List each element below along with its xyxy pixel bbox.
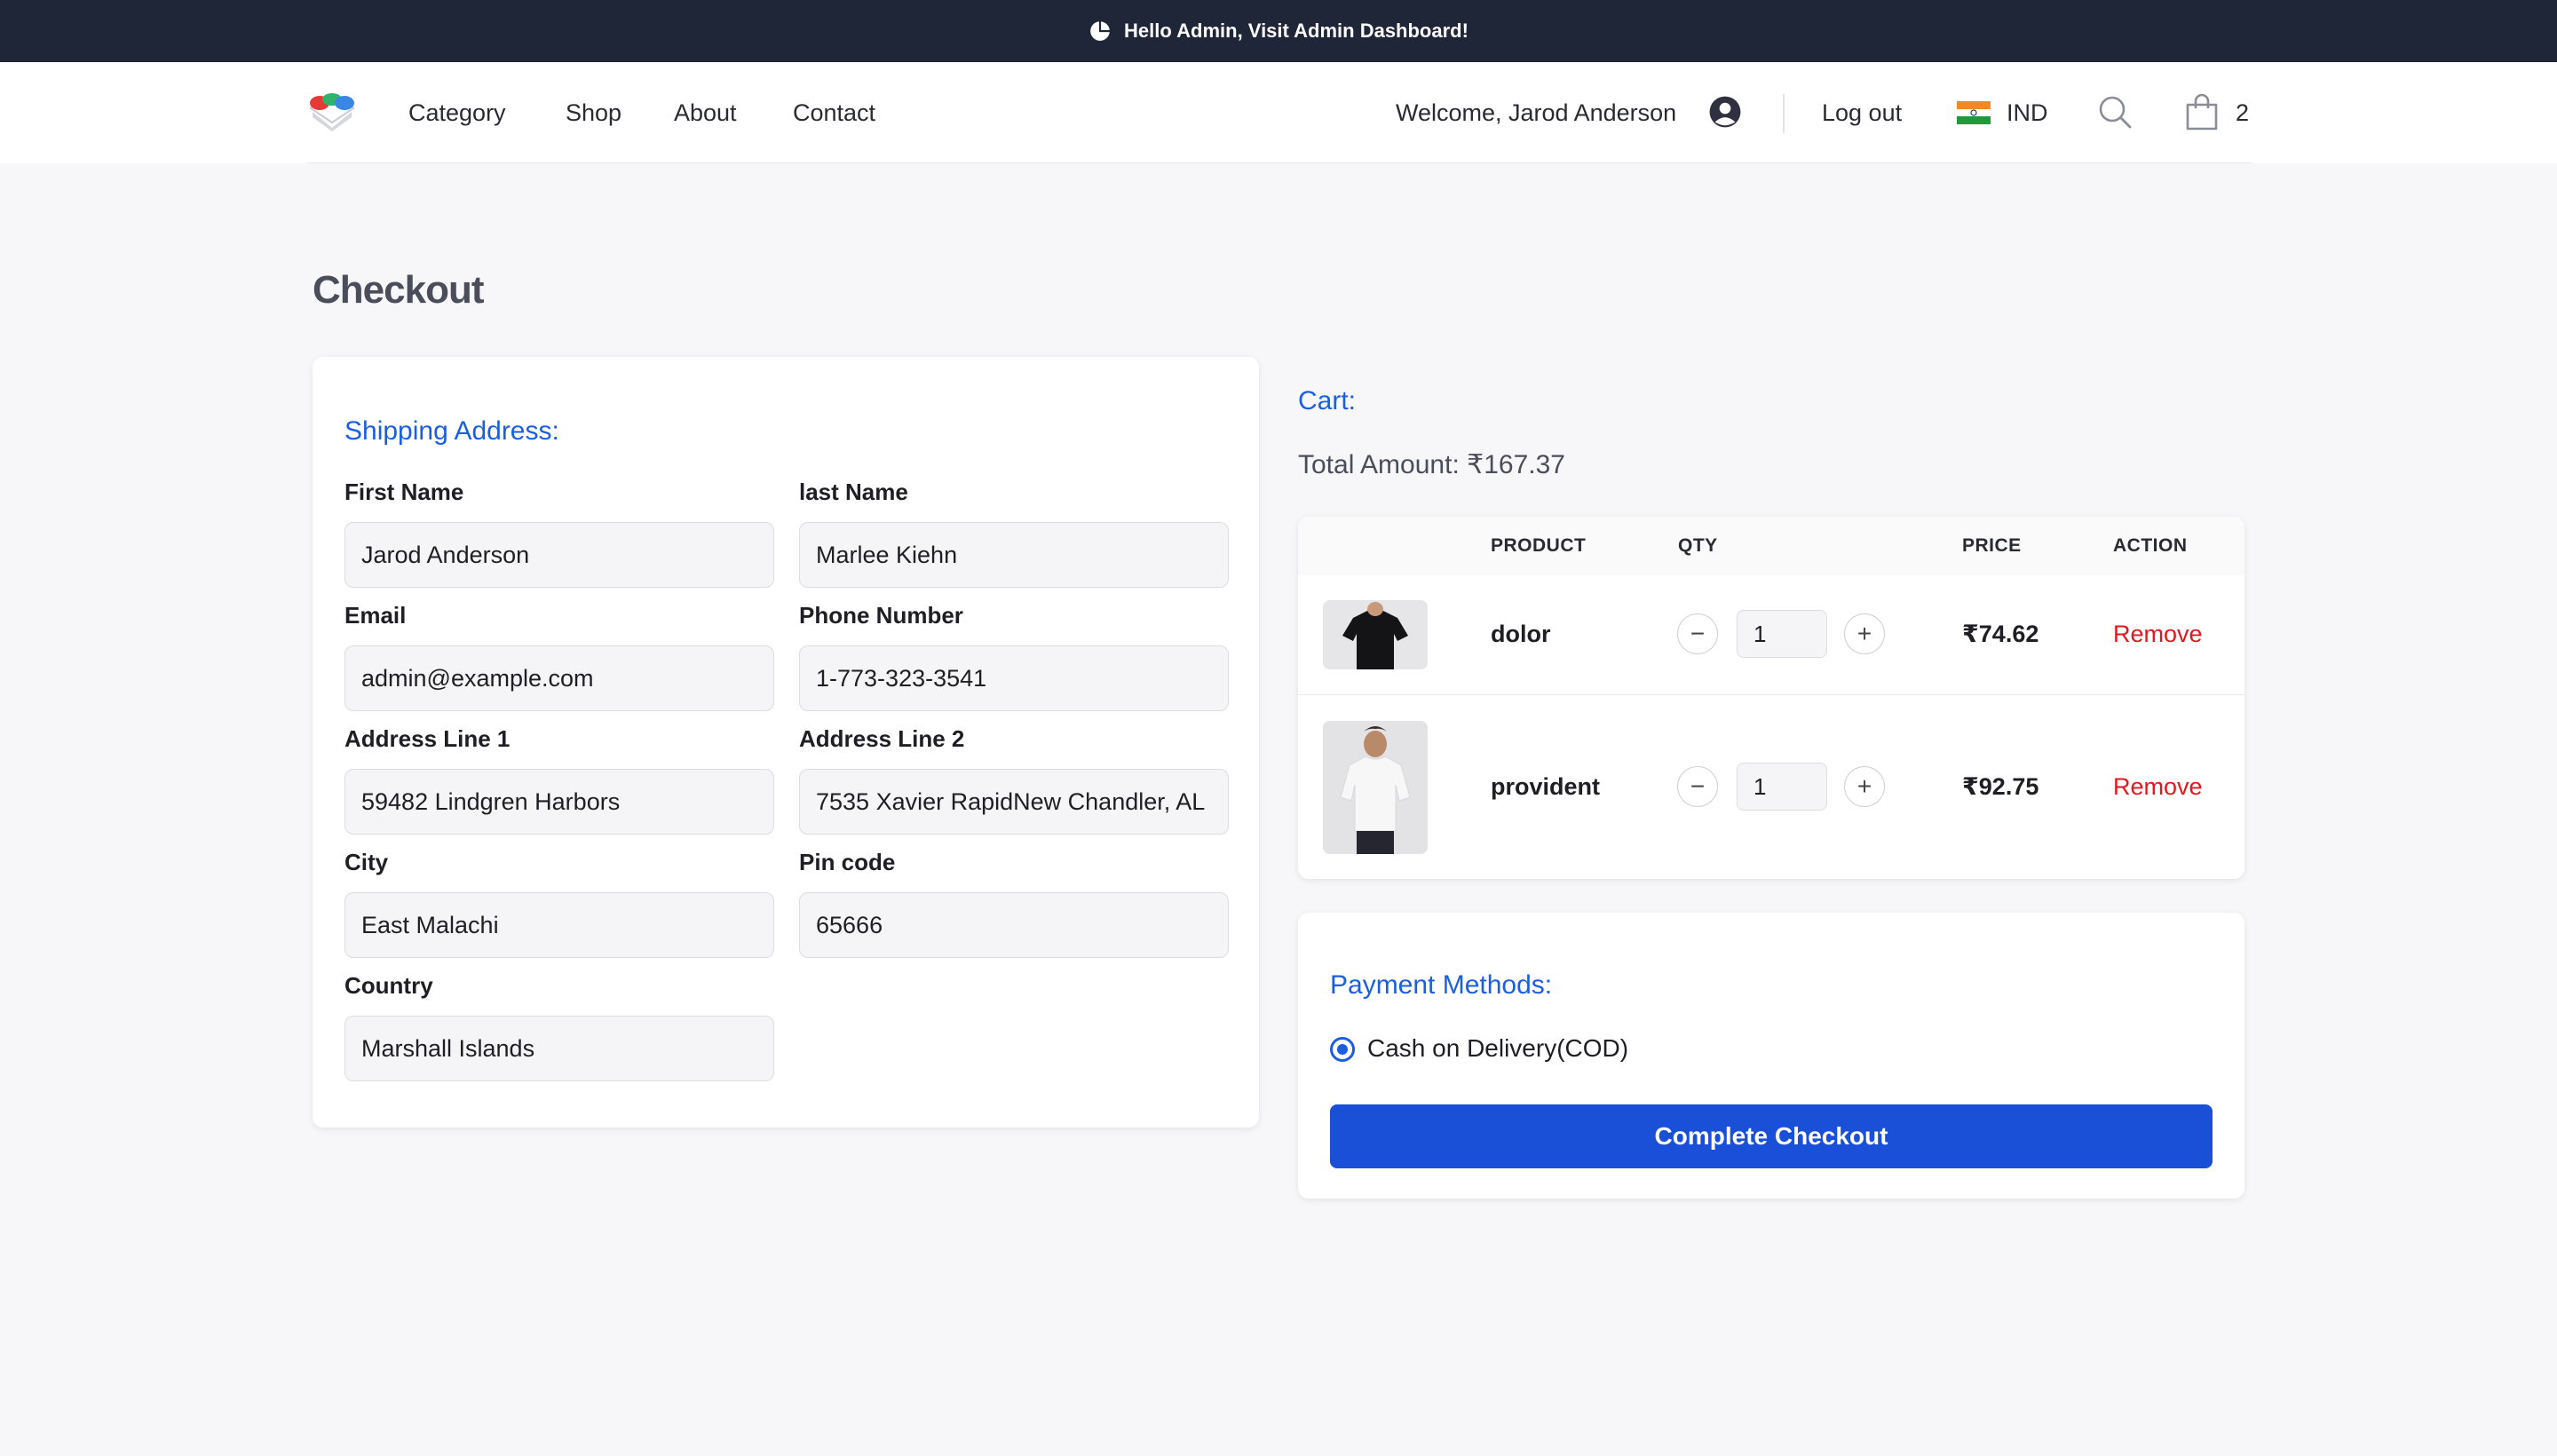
nav-link-about[interactable]: About — [674, 98, 737, 128]
country-field[interactable] — [344, 1016, 774, 1081]
cart-title: Cart: — [1298, 386, 1357, 415]
email-field[interactable] — [344, 645, 774, 711]
pin-code-label: Pin code — [799, 849, 896, 875]
cart-table-header: PRODUCT QTY PRICE ACTION — [1298, 517, 2244, 575]
city-field[interactable] — [344, 892, 774, 958]
shipping-address-card: Shipping Address: First Name last Name E… — [313, 357, 1259, 1128]
decrease-qty-button[interactable]: − — [1677, 766, 1718, 807]
header-product: PRODUCT — [1491, 535, 1587, 556]
header-price: PRICE — [1962, 535, 2022, 556]
welcome-text: Welcome, Jarod Anderson — [1396, 99, 1677, 126]
cod-radio-button[interactable] — [1330, 1037, 1355, 1062]
product-image-provident[interactable] — [1323, 721, 1428, 854]
first-name-label: First Name — [344, 479, 464, 505]
quantity-input[interactable] — [1737, 610, 1827, 658]
nav-link-category[interactable]: Category — [408, 98, 506, 128]
header-action: ACTION — [2113, 535, 2188, 556]
admin-banner-text[interactable]: Hello Admin, Visit Admin Dashboard! — [1124, 20, 1468, 43]
minus-icon: − — [1690, 772, 1706, 800]
logout-link[interactable]: Log out — [1822, 98, 1902, 128]
minus-icon: − — [1690, 620, 1706, 647]
product-name[interactable]: provident — [1491, 772, 1600, 801]
nav-link-contact[interactable]: Contact — [793, 98, 875, 128]
store-logo[interactable] — [307, 92, 357, 131]
cart-count-badge[interactable]: 2 — [2236, 98, 2249, 128]
address-line-1-label: Address Line 1 — [344, 725, 511, 752]
cart-table: PRODUCT QTY PRICE ACTION dolor − + ₹74.6… — [1298, 517, 2244, 879]
payment-methods-card: Payment Methods: Cash on Delivery(COD) C… — [1298, 913, 2244, 1199]
shopping-bag-icon[interactable] — [2184, 92, 2220, 131]
address-line-2-field[interactable] — [799, 769, 1229, 835]
increase-qty-button[interactable]: + — [1844, 766, 1885, 807]
country-label: Country — [344, 972, 433, 999]
city-label: City — [344, 849, 389, 875]
product-price: ₹74.62 — [1962, 621, 2039, 647]
nav-separator — [1783, 94, 1785, 133]
currency-selector[interactable]: IND — [2007, 98, 2048, 128]
phone-field[interactable] — [799, 645, 1229, 711]
first-name-field[interactable] — [344, 522, 774, 588]
address-line-2-label: Address Line 2 — [799, 725, 965, 752]
decrease-qty-button[interactable]: − — [1677, 613, 1718, 654]
cod-radio-label[interactable]: Cash on Delivery(COD) — [1367, 1033, 1628, 1064]
phone-label: Phone Number — [799, 602, 963, 629]
black-tshirt-image — [1323, 600, 1428, 669]
india-flag-icon[interactable] — [1957, 101, 1991, 124]
product-price: ₹92.75 — [1962, 773, 2039, 800]
white-tshirt-image — [1323, 721, 1428, 854]
plus-icon: + — [1856, 772, 1872, 800]
last-name-field[interactable] — [799, 522, 1229, 588]
last-name-label: last Name — [799, 479, 908, 505]
remove-item-button[interactable]: Remove — [2113, 620, 2203, 648]
header-qty: QTY — [1678, 535, 1718, 556]
pin-code-field[interactable] — [799, 892, 1229, 958]
email-label: Email — [344, 602, 407, 629]
address-line-1-field[interactable] — [344, 769, 774, 835]
increase-qty-button[interactable]: + — [1844, 613, 1885, 654]
nav-divider — [307, 162, 2252, 163]
quantity-input[interactable] — [1737, 763, 1827, 811]
product-name[interactable]: dolor — [1491, 620, 1551, 648]
row-divider — [1298, 694, 2244, 695]
total-amount: Total Amount: ₹167.37 — [1298, 450, 1565, 479]
admin-banner[interactable]: Hello Admin, Visit Admin Dashboard! — [0, 0, 2557, 62]
search-icon[interactable] — [2097, 94, 2133, 130]
nav-link-shop[interactable]: Shop — [566, 98, 621, 128]
product-image-dolor[interactable] — [1323, 600, 1428, 669]
page-title: Checkout — [313, 268, 484, 312]
remove-item-button[interactable]: Remove — [2113, 772, 2203, 801]
plus-icon: + — [1856, 620, 1872, 647]
complete-checkout-button[interactable]: Complete Checkout — [1330, 1104, 2213, 1168]
pie-chart-icon — [1090, 21, 1110, 41]
user-account-icon[interactable] — [1708, 95, 1742, 129]
payment-title: Payment Methods: — [1330, 970, 1553, 1000]
shipping-title: Shipping Address: — [344, 416, 559, 446]
main-nav — [0, 62, 2557, 163]
